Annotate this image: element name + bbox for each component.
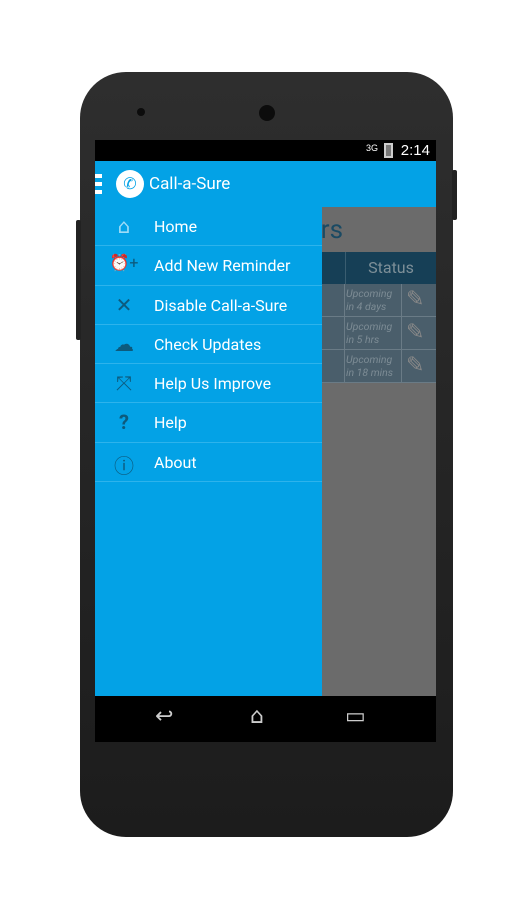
question-icon: ? xyxy=(119,410,129,435)
drawer-item-label: Add New Reminder xyxy=(154,256,291,276)
status-column-header: Status xyxy=(345,252,436,284)
signal-icon: 3G xyxy=(365,143,378,153)
drawer-item-home[interactable]: ⌂ Home xyxy=(95,207,322,247)
edit-icon[interactable]: ✎ xyxy=(406,287,424,312)
drawer-item-label: Help Us Improve xyxy=(154,374,272,394)
cloud-icon: ☁ xyxy=(114,331,134,356)
drawer-toggle-icon[interactable] xyxy=(95,174,102,194)
action-bar: ✆ Call-a-Sure xyxy=(95,161,436,207)
app-logo-icon[interactable]: ✆ xyxy=(116,170,144,198)
drawer-item-help[interactable]: ? Help xyxy=(95,403,322,443)
system-nav-bar: ↩ ⌂ ▭ xyxy=(95,696,436,742)
drawer-item-help-improve[interactable]: ⤧ Help Us Improve xyxy=(95,364,322,404)
home-nav-icon[interactable]: ⌂ xyxy=(250,704,264,729)
drawer-item-disable[interactable]: ✕ Disable Call-a-Sure xyxy=(95,286,322,325)
drawer-item-label: Check Updates xyxy=(154,334,262,354)
drawer-item-add-reminder[interactable]: ⏰+ Add New Reminder xyxy=(95,246,322,286)
front-camera xyxy=(137,108,145,116)
drawer-item-check-updates[interactable]: ☁ Check Updates xyxy=(95,325,322,365)
drawer-item-label: Home xyxy=(154,217,198,236)
status-cell: Upcoming in 18 mins xyxy=(344,350,402,383)
battery-icon xyxy=(384,143,393,158)
screen: 3G 2:14 ✆ Call-a-Sure ers Status Upcomin… xyxy=(95,140,436,742)
home-icon: ⌂ xyxy=(117,214,131,238)
app-title: Call-a-Sure xyxy=(149,174,231,194)
volume-button xyxy=(76,220,81,340)
expand-icon: ⤧ xyxy=(116,371,132,396)
speaker xyxy=(259,105,275,121)
status-bar: 3G 2:14 xyxy=(95,140,436,161)
drawer-item-label: Help xyxy=(154,413,187,433)
edit-icon[interactable]: ✎ xyxy=(406,353,424,378)
power-button xyxy=(452,170,457,220)
alarm-add-icon: ⏰+ xyxy=(109,253,139,273)
navigation-drawer: ⌂ Home ⏰+ Add New Reminder ✕ Disable Call-a… xyxy=(95,207,322,696)
drawer-item-label: Disable Call-a-Sure xyxy=(154,295,288,315)
status-cell: Upcoming in 5 hrs xyxy=(344,317,402,350)
close-icon: ✕ xyxy=(115,292,133,317)
back-icon[interactable]: ↩ xyxy=(155,704,173,729)
clock: 2:14 xyxy=(400,142,430,159)
info-icon: ⓘ xyxy=(114,453,134,478)
recents-icon[interactable]: ▭ xyxy=(345,704,366,729)
drawer-item-about[interactable]: ⓘ About xyxy=(95,443,322,483)
status-cell: Upcoming in 4 days xyxy=(344,284,402,317)
drawer-item-label: About xyxy=(154,452,197,472)
edit-icon[interactable]: ✎ xyxy=(406,320,424,345)
